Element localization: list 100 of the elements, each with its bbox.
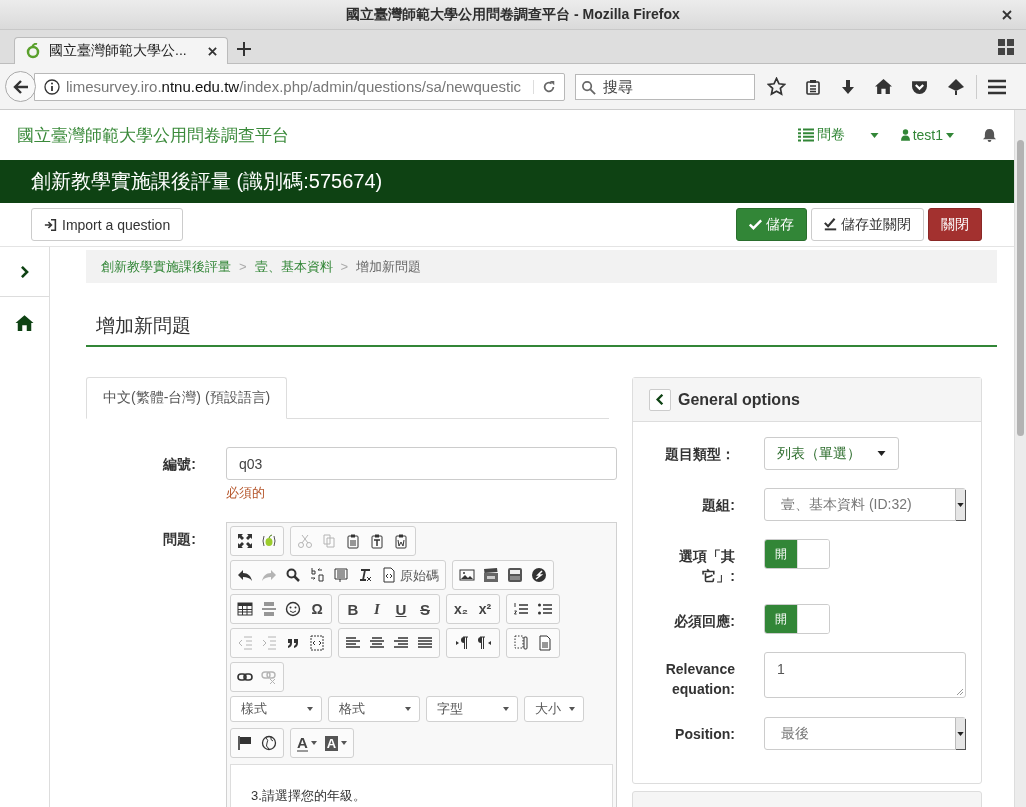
leaf-icon <box>25 43 41 59</box>
show-blocks-icon <box>513 635 529 651</box>
panel-title: General options <box>678 390 800 409</box>
ltr-icon <box>453 635 469 651</box>
document-icon <box>537 635 553 651</box>
bolt-icon <box>531 567 547 583</box>
star-icon[interactable] <box>767 77 786 96</box>
indent-icon <box>261 635 277 651</box>
flag-icon <box>237 735 253 751</box>
surveys-menu[interactable]: 問卷 <box>797 126 845 144</box>
remove-format-icon <box>357 567 373 583</box>
search-field[interactable]: 搜尋 <box>575 73 755 100</box>
chevron-right-icon[interactable] <box>20 265 29 278</box>
code-field[interactable]: q03 <box>226 447 617 480</box>
align-center-icon <box>369 635 385 651</box>
select-field[interactable]: 最後 <box>764 717 966 750</box>
editor-area[interactable]: 3.請選擇您的年級。 <box>230 764 613 807</box>
plus-icon[interactable] <box>237 42 251 56</box>
strike-button[interactable]: S <box>413 596 437 622</box>
caret-icon <box>569 707 575 711</box>
copy-icon <box>321 533 337 549</box>
text-color-button[interactable]: A <box>293 730 321 756</box>
close-icon[interactable] <box>208 46 217 56</box>
caret-icon <box>946 132 954 138</box>
image-icon <box>459 567 475 583</box>
option-label: 必須回應: <box>673 612 735 631</box>
save-close-button[interactable]: 儲存並關閉 <box>811 208 924 241</box>
download-icon[interactable] <box>840 78 856 95</box>
outdent-icon <box>237 635 253 651</box>
underline-button[interactable]: U <box>389 596 413 622</box>
home-icon[interactable] <box>15 314 34 332</box>
sign-in-icon <box>44 217 58 232</box>
site-title[interactable]: 國立臺灣師範大學公用問卷調查平台 <box>17 123 289 147</box>
align-left-icon <box>345 635 361 651</box>
toggle-switch[interactable]: 開 <box>764 539 830 569</box>
redo-icon <box>261 567 277 583</box>
div-icon <box>309 635 325 651</box>
check-icon <box>824 218 837 231</box>
clipboard-icon <box>345 533 361 549</box>
toolbar-button[interactable]: 原始碼 <box>377 562 443 588</box>
type-dropdown[interactable]: 列表（單選） <box>764 437 899 470</box>
option-label: Relevance equation: <box>664 660 735 699</box>
pocket-icon[interactable] <box>911 78 928 95</box>
bg-color-button[interactable]: A <box>320 730 352 756</box>
scroll-thumb[interactable] <box>1017 140 1024 436</box>
breadcrumb-separator: > <box>340 259 349 274</box>
symbol-button[interactable]: x² <box>473 596 497 622</box>
question-text: 3.請選擇您的年級。 <box>251 787 367 805</box>
reload-icon[interactable] <box>533 79 556 94</box>
select-field[interactable]: 壹、基本資料 (ID:32) <box>764 488 966 521</box>
select-all-icon <box>333 567 349 583</box>
survey-title: 創新教學實施課後評量 (識別碼:575674) <box>31 169 383 194</box>
clapperboard-icon <box>483 567 499 583</box>
import-button[interactable]: Import a question <box>31 208 184 241</box>
save-button[interactable]: 儲存 <box>736 208 807 241</box>
format-dropdown[interactable]: 字型 <box>426 696 518 722</box>
format-dropdown[interactable]: 格式 <box>328 696 420 722</box>
align-justify-icon <box>417 635 433 651</box>
kite-icon[interactable] <box>947 77 965 96</box>
option-label: 題目類型： <box>664 445 735 464</box>
close-icon[interactable] <box>1002 10 1012 20</box>
close-button[interactable]: 關閉 <box>928 208 982 241</box>
back-button[interactable] <box>5 71 36 102</box>
info-icon <box>44 78 60 95</box>
bell-icon[interactable] <box>983 128 996 142</box>
user-menu[interactable]: test1 <box>900 127 954 143</box>
caret-icon <box>341 741 348 745</box>
bold-button[interactable]: B <box>341 596 365 622</box>
italic-button[interactable]: I <box>365 596 389 622</box>
grid-icon[interactable] <box>998 39 1014 55</box>
scrollbar[interactable] <box>1014 110 1026 807</box>
caret-icon[interactable] <box>869 132 879 138</box>
caret-icon <box>877 451 886 456</box>
language-tab[interactable]: 中文(繁體-台灣) (預設語言) <box>86 377 288 419</box>
back-arrow-icon <box>12 78 29 95</box>
symbol-button[interactable]: Ω <box>305 596 329 622</box>
replace-icon <box>309 567 325 583</box>
equation-field[interactable]: 1 <box>764 652 966 698</box>
breadcrumb-link[interactable]: 壹、基本資料 <box>254 257 333 276</box>
reading-list-icon[interactable] <box>805 78 821 95</box>
video-icon <box>507 567 523 583</box>
table-icon <box>237 601 253 617</box>
clipboard-doc-icon <box>393 533 409 549</box>
page-heading: 增加新問題 <box>96 314 192 338</box>
browser-tab[interactable]: 國立臺灣師範大學公... <box>14 37 228 64</box>
format-dropdown[interactable]: 樣式 <box>230 696 322 722</box>
option-label: 題組: <box>701 496 735 515</box>
address-field[interactable]: limesurvey.iro.ntnu.edu.tw/index.php/admin/questions/sa/newquestic <box>34 72 565 101</box>
search-icon <box>285 567 301 583</box>
toggle-switch[interactable]: 開 <box>764 604 830 634</box>
breadcrumb-link[interactable]: 創新教學實施課後評量 <box>101 257 231 276</box>
symbol-button[interactable]: x₂ <box>449 596 473 622</box>
home-icon[interactable] <box>875 78 892 95</box>
back-button[interactable] <box>649 388 671 411</box>
menu-icon[interactable] <box>988 78 1006 95</box>
scissors-icon <box>297 533 313 549</box>
caret-icon <box>957 502 964 507</box>
clipboard-text-icon <box>369 533 385 549</box>
format-dropdown[interactable]: 大小 <box>524 696 584 722</box>
bulleted-list-icon <box>537 601 553 617</box>
